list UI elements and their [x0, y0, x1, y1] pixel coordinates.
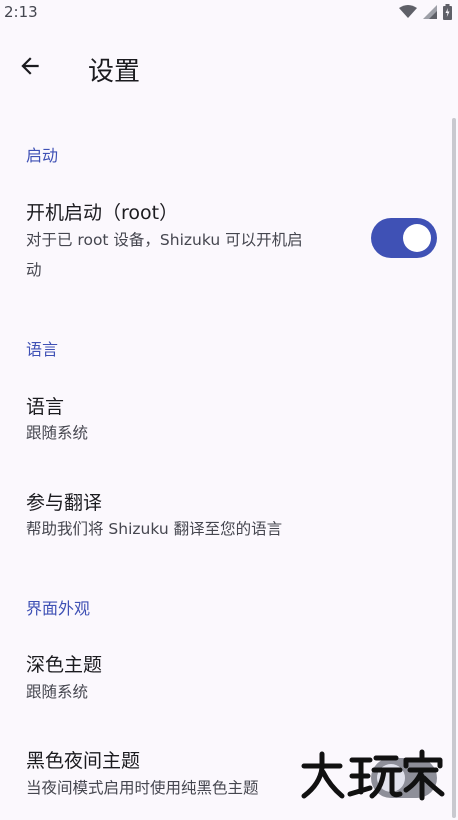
section-header-startup: 启动 — [26, 146, 59, 165]
pref-summary: 对于已 root 设备，Shizuku 可以开机启 动 — [26, 225, 303, 285]
scrollbar[interactable] — [452, 118, 456, 818]
pref-title: 深色主题 — [26, 654, 103, 676]
back-button[interactable] — [8, 44, 52, 88]
signal-icon — [423, 5, 437, 19]
status-icons — [399, 4, 452, 20]
pref-language[interactable]: 语言 跟随系统 — [0, 382, 458, 456]
pref-summary-line: 对于已 root 设备，Shizuku 可以开机启 — [26, 231, 303, 249]
pref-summary-line: 动 — [26, 261, 42, 279]
switch-thumb — [403, 224, 431, 252]
pref-summary: 跟随系统 — [26, 683, 89, 701]
status-bar: 2:13 — [0, 0, 458, 24]
wifi-icon — [399, 5, 417, 18]
pref-boot-root[interactable]: 开机启动（root） 对于已 root 设备，Shizuku 可以开机启 动 — [0, 190, 458, 286]
status-time: 2:13 — [4, 3, 38, 21]
section-header-language: 语言 — [26, 340, 59, 359]
watermark-logo — [300, 748, 446, 804]
pref-summary: 帮助我们将 Shizuku 翻译至您的语言 — [26, 520, 283, 538]
app-bar: 设置 — [0, 24, 458, 114]
pref-title: 语言 — [26, 396, 65, 418]
pref-dark-theme[interactable]: 深色主题 跟随系统 — [0, 642, 458, 716]
battery-icon — [443, 4, 452, 20]
section-header-appearance: 界面外观 — [26, 599, 91, 618]
pref-summary: 当夜间模式启用时使用纯黑色主题 — [26, 779, 259, 797]
boot-switch[interactable] — [371, 218, 437, 258]
watermark-icon — [301, 749, 445, 801]
arrow-back-icon — [21, 57, 39, 75]
pref-title: 黑色夜间主题 — [26, 750, 141, 772]
page-title: 设置 — [88, 57, 141, 87]
pref-title: 开机启动（root） — [26, 202, 179, 224]
pref-title: 参与翻译 — [26, 492, 103, 514]
pref-translate[interactable]: 参与翻译 帮助我们将 Shizuku 翻译至您的语言 — [0, 478, 458, 552]
pref-summary: 跟随系统 — [26, 424, 89, 442]
